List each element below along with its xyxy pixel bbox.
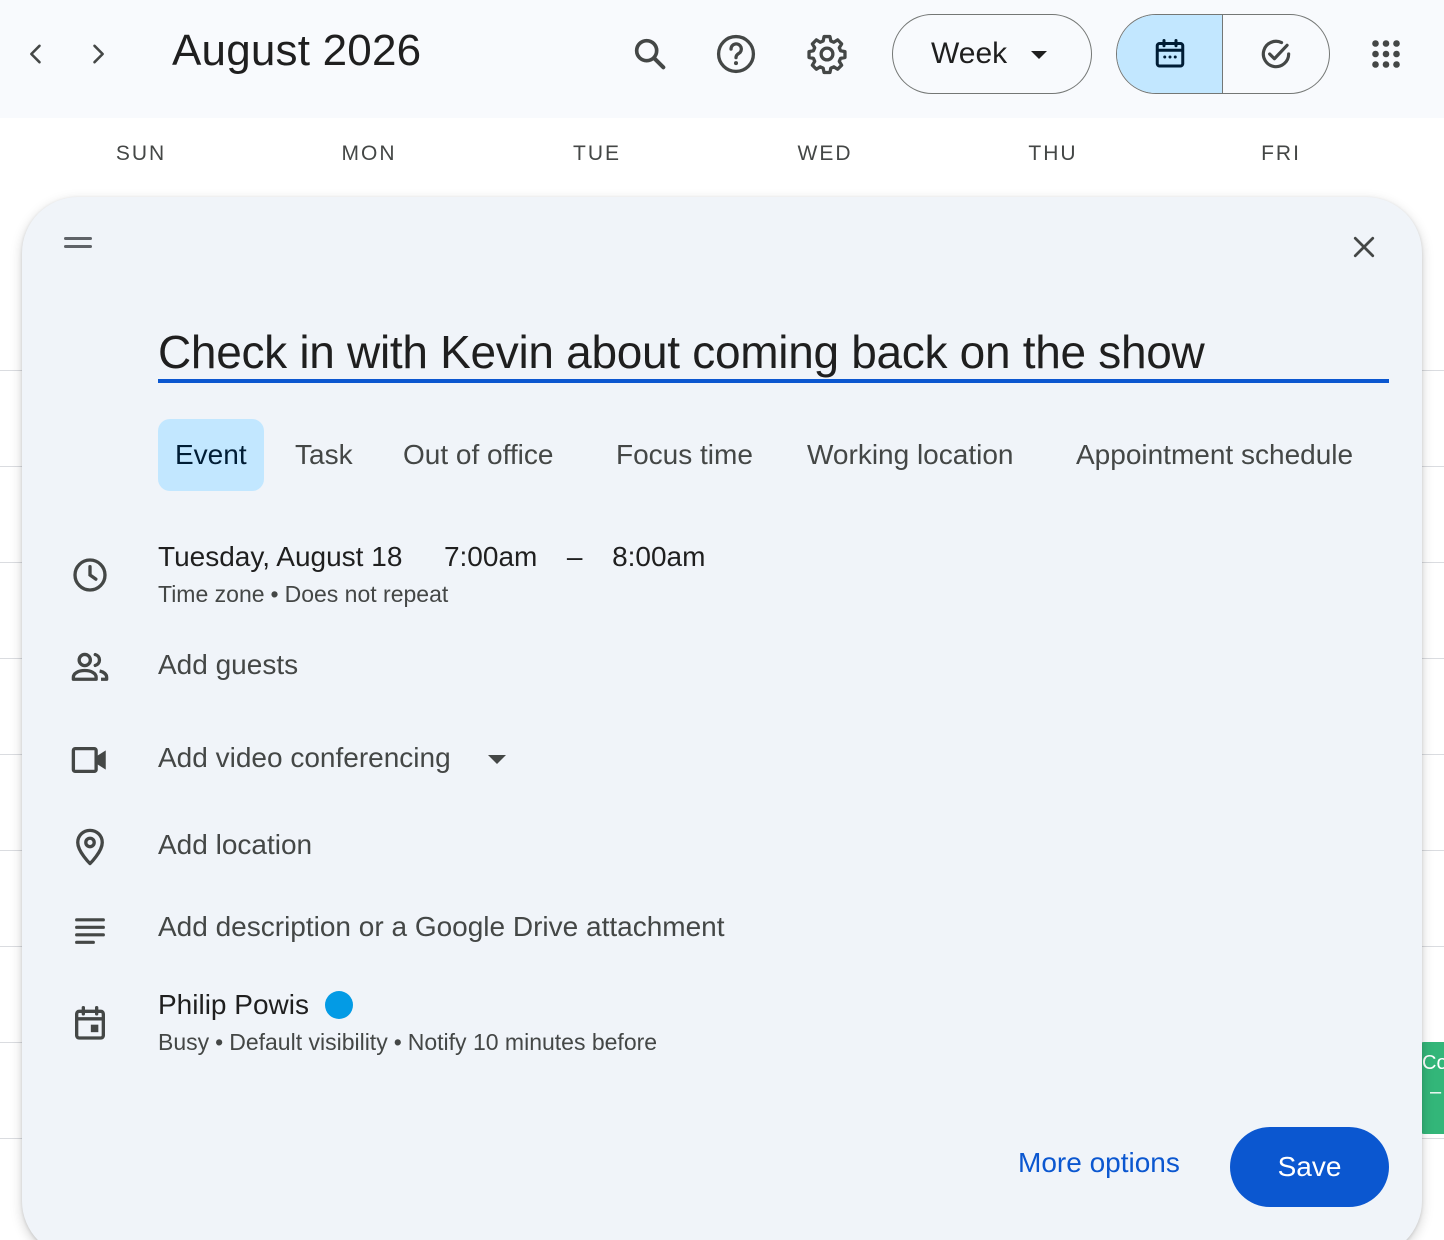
calendar-view-button[interactable] [1117,15,1223,93]
add-video-conferencing-button[interactable]: Add video conferencing [158,742,451,774]
calendar-owner[interactable]: Philip Powis [158,989,353,1021]
top-bar: August 2026 Week [0,0,1444,118]
help-icon [716,34,756,74]
tasks-view-button[interactable] [1223,15,1329,93]
chevron-right-icon [93,44,104,64]
day-header-wed[interactable]: WED [765,142,885,166]
close-button[interactable] [1340,223,1388,271]
day-header-fri[interactable]: FRI [1221,142,1341,166]
tab-appointment-schedule[interactable]: Appointment schedule [1076,419,1353,491]
event-title-input[interactable]: Check in with Kevin about coming back on… [158,315,1389,383]
calendar-icon [1155,39,1184,68]
notification-link[interactable]: Notify 10 minutes before [408,1029,657,1055]
previous-week-button[interactable] [12,30,60,78]
view-select[interactable]: Week [892,14,1092,94]
location-pin-icon [66,823,114,871]
video-dropdown-caret-icon[interactable] [488,755,506,764]
month-title: August 2026 [172,26,422,75]
calendar-color-dot[interactable] [324,991,353,1019]
end-time-field[interactable]: 8:00am [612,541,705,572]
background-event-chip[interactable]: Coa – [1420,1042,1444,1134]
time-zone-link[interactable]: Time zone [158,581,265,607]
settings-button[interactable] [801,28,853,80]
busy-status-link[interactable]: Busy [158,1029,209,1055]
drag-handle-icon[interactable] [64,237,98,257]
apps-button[interactable] [1360,28,1412,80]
day-header-sun[interactable]: SUN [81,142,201,166]
tab-task[interactable]: Task [295,419,353,491]
separator-dot: • [215,1029,224,1055]
add-location-field[interactable]: Add location [158,829,312,861]
chevron-left-icon [30,44,41,64]
calendar-tasks-toggle [1116,14,1330,94]
time-details: Time zone • Does not repeat [158,581,448,608]
save-button[interactable]: Save [1230,1127,1389,1207]
tab-working-location[interactable]: Working location [807,419,1013,491]
calendar-owner-name: Philip Powis [158,989,309,1020]
separator-dot: • [270,581,279,607]
search-button[interactable] [624,28,676,80]
check-circle-icon [1261,39,1291,69]
repeat-link[interactable]: Does not repeat [285,581,449,607]
clock-icon [66,551,114,599]
chip-time: – [1430,1081,1442,1103]
time-range-dash: – [566,541,583,572]
calendar-details: Busy • Default visibility • Notify 10 minute… [158,1029,657,1056]
more-options-button[interactable]: More options [1018,1147,1180,1179]
view-select-label: Week [931,37,1008,70]
event-datetime: Tuesday, August 18 7:00am – 8:00am [158,541,705,573]
next-week-button[interactable] [74,30,122,78]
event-quick-create-dialog: Check in with Kevin about coming back on… [22,197,1422,1240]
gear-icon [807,34,847,75]
day-headers: SUN MON TUE WED THU FRI [0,118,1444,198]
tab-focus-time[interactable]: Focus time [616,419,753,491]
start-time-field[interactable]: 7:00am [444,541,537,572]
people-icon [66,643,114,691]
date-field[interactable]: Tuesday, August 18 [158,541,402,572]
day-header-thu[interactable]: THU [993,142,1113,166]
caret-down-icon [1031,51,1047,59]
event-calendar-icon [66,999,114,1047]
notes-icon [66,905,114,953]
add-description-field[interactable]: Add description or a Google Drive attach… [158,911,725,943]
video-camera-icon [66,736,114,784]
add-guests-field[interactable]: Add guests [158,649,298,681]
day-header-tue[interactable]: TUE [537,142,657,166]
tab-event[interactable]: Event [158,419,264,491]
close-icon [1353,236,1375,258]
help-button[interactable] [710,28,762,80]
separator-dot: • [393,1029,402,1055]
apps-grid-icon [1372,40,1400,68]
search-icon [634,38,666,70]
day-header-mon[interactable]: MON [309,142,429,166]
chip-title: Coa [1422,1052,1444,1074]
visibility-link[interactable]: Default visibility [229,1029,388,1055]
tab-out-of-office[interactable]: Out of office [403,419,553,491]
